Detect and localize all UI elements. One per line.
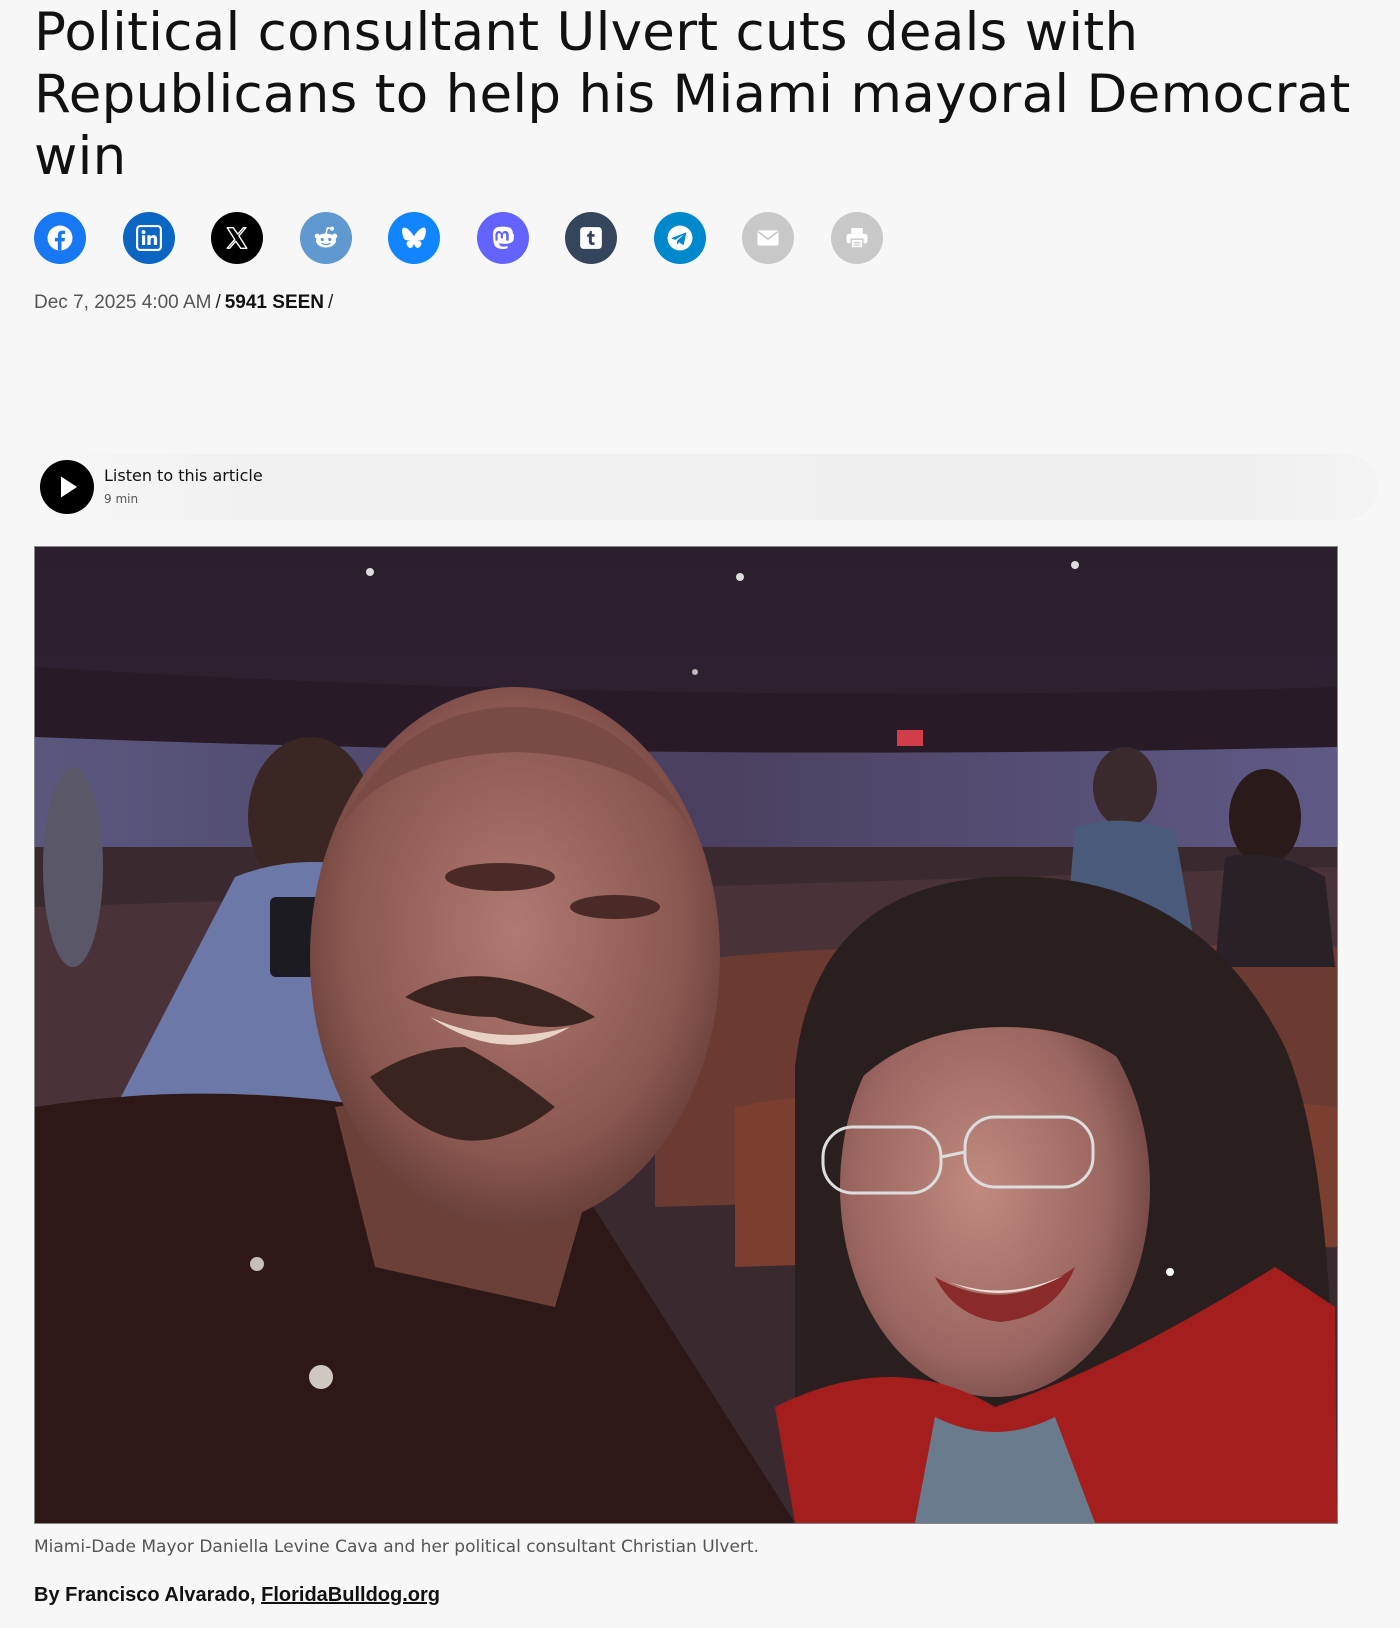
headline: Political consultant Ulvert cuts deals w…	[34, 2, 1351, 187]
tumblr-icon	[580, 227, 602, 249]
play-button[interactable]	[40, 460, 94, 514]
print-icon	[846, 228, 867, 249]
article-photo	[34, 546, 1338, 1524]
bluesky-icon	[402, 227, 426, 249]
share-bar	[34, 212, 883, 264]
share-email-button[interactable]	[742, 212, 794, 264]
meta-separator: /	[328, 292, 334, 313]
share-reddit-button[interactable]	[299, 212, 352, 264]
email-icon	[757, 230, 779, 246]
x-icon	[226, 227, 248, 249]
audio-player: Listen to this article 9 min	[34, 454, 1378, 520]
article: Political consultant Ulvert cuts deals w…	[0, 0, 1400, 1628]
publish-date: Dec 7, 2025 4:00 AM	[34, 292, 212, 313]
byline-author: By Francisco Alvarado,	[34, 1584, 256, 1606]
mastodon-icon	[492, 226, 514, 250]
share-x-button[interactable]	[211, 212, 263, 264]
share-print-button[interactable]	[830, 212, 883, 264]
facebook-icon	[47, 225, 73, 251]
view-count: 5941 SEEN	[224, 292, 325, 313]
byline: By Francisco Alvarado, FloridaBulldog.or…	[34, 1584, 440, 1607]
meta-separator: /	[215, 292, 221, 313]
photo-selfie-illustration	[35, 547, 1337, 1523]
listen-label: Listen to this article	[104, 466, 263, 485]
play-icon	[61, 476, 77, 498]
share-telegram-button[interactable]	[653, 212, 706, 264]
share-facebook-button[interactable]	[34, 212, 86, 264]
photo-caption: Miami-Dade Mayor Daniella Levine Cava an…	[34, 1537, 759, 1557]
share-linkedin-button[interactable]	[122, 212, 175, 264]
article-meta: Dec 7, 2025 4:00 AM/5941 SEEN /	[34, 292, 337, 314]
share-tumblr-button[interactable]	[565, 212, 617, 264]
byline-source-link[interactable]: FloridaBulldog.org	[261, 1584, 440, 1606]
reddit-icon	[314, 226, 337, 248]
share-mastodon-button[interactable]	[476, 212, 529, 264]
linkedin-icon	[135, 225, 162, 251]
share-bluesky-button[interactable]	[388, 212, 440, 264]
telegram-icon	[667, 225, 692, 251]
listen-duration: 9 min	[104, 492, 139, 506]
